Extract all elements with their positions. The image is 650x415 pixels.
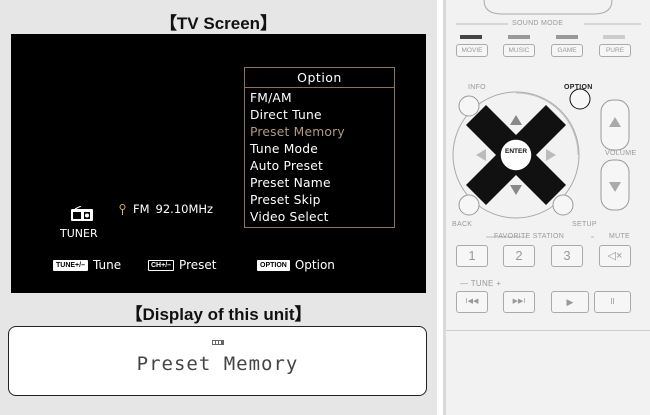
pause-button[interactable]: II bbox=[594, 291, 631, 313]
radio-icon bbox=[71, 206, 93, 221]
preset-2-button[interactable]: 2 bbox=[503, 245, 535, 267]
mode-indicator-movie bbox=[460, 35, 482, 39]
tv-screen: Option FM/AM Direct Tune Preset Memory T… bbox=[11, 34, 426, 293]
hint-tune: TUNE+/– Tune bbox=[53, 258, 121, 272]
option-menu: Option FM/AM Direct Tune Preset Memory T… bbox=[244, 67, 395, 228]
unit-display-title: 【Display of this unit】 bbox=[125, 305, 312, 324]
tune-down-button[interactable]: I◀◀ bbox=[456, 291, 488, 313]
menu-item-preset-name[interactable]: Preset Name bbox=[250, 175, 394, 192]
tune-up-button[interactable]: ▶▶I bbox=[503, 291, 535, 313]
menu-item-tune-mode[interactable]: Tune Mode bbox=[250, 141, 394, 158]
tune-label: — TUNE + bbox=[460, 279, 502, 288]
mode-indicator-game bbox=[556, 35, 578, 39]
hint-option-label: Option bbox=[294, 258, 335, 272]
unit-display-text: Preset Memory bbox=[136, 353, 299, 375]
remote-control: SOUND MODE MOVIE MUSIC GAME PURE INFO OP… bbox=[446, 0, 650, 330]
menu-item-video-select[interactable]: Video Select bbox=[250, 209, 394, 226]
mode-indicator-music bbox=[508, 35, 530, 39]
source-label: TUNER bbox=[60, 227, 98, 240]
hint-preset: CH+/– Preset bbox=[148, 258, 216, 272]
mute-label: MUTE bbox=[609, 233, 631, 240]
tv-screen-title: 【TV Screen】 bbox=[159, 14, 278, 33]
menu-item-direct-tune[interactable]: Direct Tune bbox=[250, 107, 394, 124]
menu-item-fm-am[interactable]: FM/AM bbox=[250, 90, 394, 107]
option-menu-header: Option bbox=[245, 68, 394, 88]
tune-badge: TUNE+/– bbox=[53, 259, 88, 271]
menu-item-auto-preset[interactable]: Auto Preset bbox=[250, 158, 394, 175]
frequency-value: 92.10MHz bbox=[155, 202, 214, 216]
favorite-station-label: FAVORITE STATION bbox=[494, 233, 565, 240]
tuner-indicator-icon bbox=[212, 340, 224, 345]
dpad-area bbox=[452, 88, 630, 219]
left-panel: 【TV Screen】 Option FM/AM Direct Tune Pre… bbox=[0, 0, 437, 415]
band-label: FM bbox=[133, 202, 150, 216]
antenna-icon bbox=[119, 203, 126, 215]
ch-badge: CH+/– bbox=[148, 259, 175, 271]
preset-3-button[interactable]: 3 bbox=[551, 245, 583, 267]
option-badge: OPTION bbox=[257, 259, 290, 271]
menu-item-preset-skip[interactable]: Preset Skip bbox=[250, 192, 394, 209]
hint-tune-label: Tune bbox=[92, 258, 122, 272]
mode-indicator-pure bbox=[603, 35, 625, 39]
mute-button[interactable]: ◁× bbox=[599, 245, 631, 267]
enter-button[interactable]: ENTER bbox=[501, 148, 531, 155]
pure-button[interactable]: PURE bbox=[599, 44, 631, 57]
hint-preset-label: Preset bbox=[179, 258, 217, 272]
music-button[interactable]: MUSIC bbox=[503, 44, 535, 57]
frequency-line: FM 92.10MHz bbox=[118, 202, 213, 216]
game-button[interactable]: GAME bbox=[551, 44, 583, 57]
menu-item-preset-memory[interactable]: Preset Memory bbox=[250, 124, 394, 141]
option-menu-list: FM/AM Direct Tune Preset Memory Tune Mod… bbox=[245, 88, 394, 226]
movie-button[interactable]: MOVIE bbox=[456, 44, 488, 57]
preset-1-button[interactable]: 1 bbox=[456, 245, 488, 267]
hint-row: TUNE+/– Tune CH+/– Preset OPTION Option bbox=[11, 258, 426, 274]
unit-display: Preset Memory bbox=[8, 326, 427, 396]
remote-lower-panel bbox=[446, 330, 650, 415]
hint-option: OPTION Option bbox=[257, 258, 335, 272]
sound-mode-label: SOUND MODE bbox=[512, 20, 564, 27]
play-button[interactable]: ▶ bbox=[551, 291, 589, 313]
